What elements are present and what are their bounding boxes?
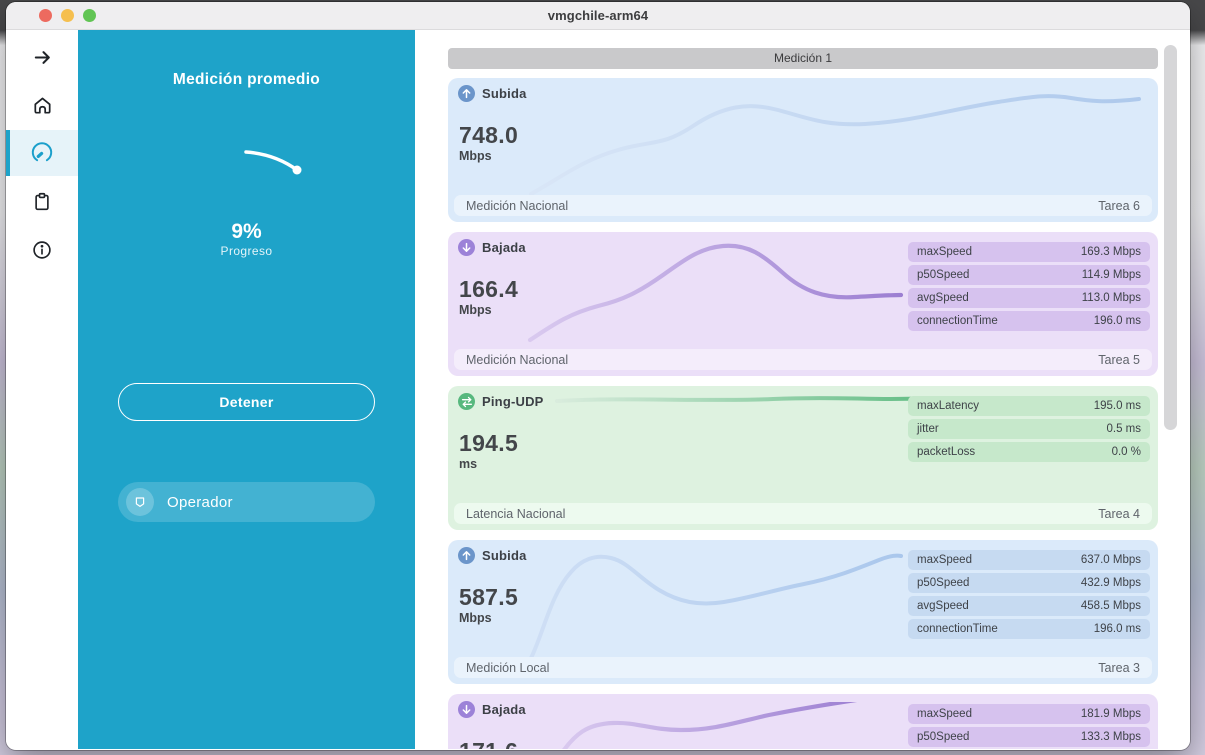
stat-row: p50Speed432.9 Mbps [908,573,1150,593]
stat-row: connectionTime196.0 ms [908,311,1150,331]
card-value: 587.5 [459,584,518,611]
operator-label: Operador [167,494,233,511]
card-ping-udp: Ping-UDP 194.5 ms maxLatency195.0 ms jit… [448,386,1158,530]
nav-item-speedtest[interactable] [6,130,78,176]
footer-task: Tarea 4 [1098,507,1140,521]
stats-list: maxLatency195.0 ms jitter0.5 ms packetLo… [908,396,1150,462]
arrow-up-icon [458,85,475,102]
clipboard-icon [31,191,53,213]
card-unit: Mbps [459,149,492,163]
shield-icon [126,488,154,516]
card-unit: ms [459,457,477,471]
stats-list: maxSpeed169.3 Mbps p50Speed114.9 Mbps av… [908,242,1150,331]
stats-list: maxSpeed637.0 Mbps p50Speed432.9 Mbps av… [908,550,1150,639]
footer-scope: Latencia Nacional [466,507,565,521]
panel-title: Medición promedio [78,71,415,89]
sparkline [523,240,908,360]
footer-scope: Medición Local [466,661,549,675]
arrow-right-icon [31,46,54,69]
window-title: vmgchile-arm64 [6,8,1190,23]
info-icon [31,239,53,261]
card-type: Ping-UDP [482,394,544,409]
stat-row: p50Speed114.9 Mbps [908,265,1150,285]
footer-scope: Medición Nacional [466,199,568,213]
stat-row: maxSpeed637.0 Mbps [908,550,1150,570]
nav-rail [6,30,78,749]
stat-row: connectionTime196.0 ms [908,619,1150,639]
stats-list: maxSpeed181.9 Mbps p50Speed133.3 Mbps [908,704,1150,747]
sparkline [523,548,908,668]
card-footer: Medición Local Tarea 3 [454,657,1152,678]
arrow-down-icon [458,239,475,256]
card-footer: Medición Nacional Tarea 6 [454,195,1152,216]
card-subida-1: Subida 748.0 Mbps Medición Nacional Tare… [448,78,1158,222]
card-bajada-1: Bajada 166.4 Mbps maxSpeed169.3 Mbps p50… [448,232,1158,376]
card-bajada-2: Bajada 171.6 maxSpeed181.9 Mbps p50Speed… [448,694,1158,749]
stat-row: packetLoss0.0 % [908,442,1150,462]
card-value: 166.4 [459,276,518,303]
card-type: Subida [482,548,527,563]
results-list: Medición 1 Subida 748.0 Mbps Medición Na… [415,30,1190,749]
titlebar: vmgchile-arm64 [6,2,1190,30]
app-window: vmgchile-arm64 [6,2,1190,750]
card-type: Bajada [482,702,526,717]
stop-button[interactable]: Detener [118,383,375,421]
stat-row: maxSpeed181.9 Mbps [908,704,1150,724]
measurement-group-header: Medición 1 [448,48,1158,69]
progress-percent: 9% [78,220,415,244]
swap-arrows-icon [458,393,475,410]
stat-row: maxSpeed169.3 Mbps [908,242,1150,262]
nav-item-reports[interactable] [6,179,78,225]
footer-task: Tarea 3 [1098,661,1140,675]
speedometer-icon [30,141,54,165]
card-unit: Mbps [459,611,492,625]
card-type: Subida [482,86,527,101]
arrow-up-icon [458,547,475,564]
operator-chip[interactable]: Operador [118,482,375,522]
measurement-panel: Medición promedio 9% Progreso Detener Op… [78,30,415,749]
card-footer: Latencia Nacional Tarea 4 [454,503,1152,524]
card-value: 748.0 [459,122,518,149]
card-unit: Mbps [459,303,492,317]
sparkline [553,392,933,408]
nav-item-home[interactable] [6,82,78,128]
arrow-down-icon [458,701,475,718]
card-footer: Medición Nacional Tarea 5 [454,349,1152,370]
progress-label: Progreso [78,244,415,258]
stat-row: jitter0.5 ms [908,419,1150,439]
card-value: 194.5 [459,430,518,457]
stat-row: p50Speed133.3 Mbps [908,727,1150,747]
card-type: Bajada [482,240,526,255]
scrollbar-thumb[interactable] [1164,45,1177,430]
stat-row: avgSpeed458.5 Mbps [908,596,1150,616]
nav-item-info[interactable] [6,227,78,273]
sparkline [523,86,1148,204]
gauge-arc [78,135,415,215]
home-icon [31,94,54,117]
footer-task: Tarea 6 [1098,199,1140,213]
stat-row: avgSpeed113.0 Mbps [908,288,1150,308]
nav-item-collapse[interactable] [6,34,78,80]
card-subida-2: Subida 587.5 Mbps maxSpeed637.0 Mbps p50… [448,540,1158,684]
card-value: 171.6 [459,738,518,749]
sparkline [523,702,908,749]
footer-task: Tarea 5 [1098,353,1140,367]
footer-scope: Medición Nacional [466,353,568,367]
stat-row: maxLatency195.0 ms [908,396,1150,416]
